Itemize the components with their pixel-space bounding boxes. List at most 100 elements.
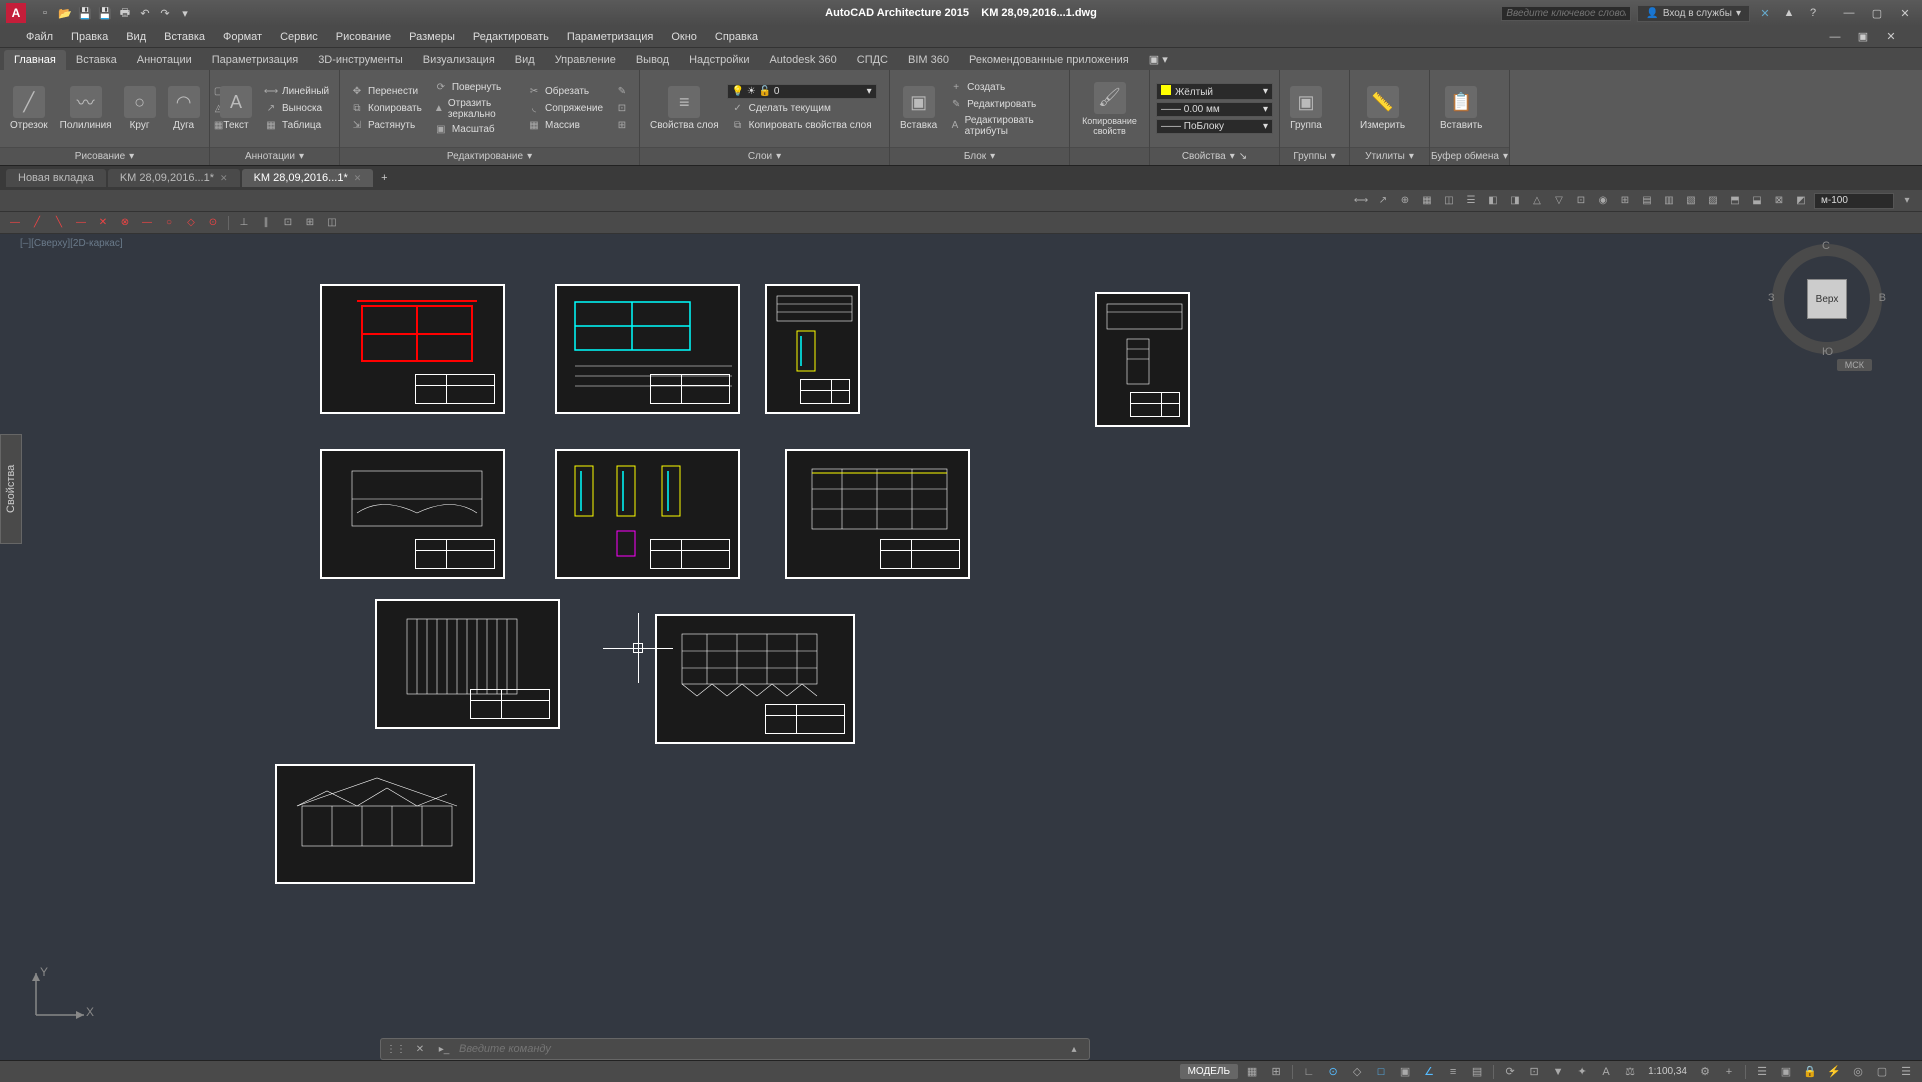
panel-title-layers[interactable]: Слои▾ — [640, 147, 889, 165]
menu-view[interactable]: Вид — [118, 28, 154, 46]
snap-node-icon[interactable]: ⊡ — [279, 215, 297, 231]
match-layer-button[interactable]: ⧉Копировать свойства слоя — [727, 117, 883, 133]
spds-icon-6[interactable]: ☰ — [1462, 193, 1480, 209]
ucs-icon[interactable]: X Y — [24, 967, 94, 1030]
spds-icon-1[interactable]: ⟷ — [1352, 193, 1370, 209]
menu-file[interactable]: Файл — [18, 28, 61, 46]
maximize-button[interactable]: ▢ — [1864, 4, 1890, 22]
modify-extra3[interactable]: ⊞ — [611, 118, 633, 134]
leader-button[interactable]: ↗Выноска — [260, 101, 333, 117]
snap-extension-icon[interactable]: — — [138, 215, 156, 231]
scale-button[interactable]: ▣Масштаб — [430, 122, 519, 138]
app-logo[interactable]: A — [6, 3, 26, 23]
exchange-icon[interactable]: ✕ — [1756, 4, 1774, 22]
open-icon[interactable]: 📂 — [56, 4, 74, 22]
grid-toggle-icon[interactable]: ▦ — [1242, 1064, 1262, 1080]
help-icon[interactable]: ? — [1804, 4, 1822, 22]
layer-combo[interactable]: 💡 ☀ 🔓 0 ▾ — [727, 84, 877, 99]
spds-icon-4[interactable]: ▦ — [1418, 193, 1436, 209]
spds-icon-18[interactable]: ⬒ — [1726, 193, 1744, 209]
circle-button[interactable]: ○Круг — [120, 84, 160, 133]
snap-quadrant-icon[interactable]: ◇ — [182, 215, 200, 231]
properties-palette-tab[interactable]: Свойства — [0, 434, 22, 544]
quickprops-icon[interactable]: ▣ — [1776, 1064, 1796, 1080]
ribbon-tab-expand[interactable]: ▣ ▾ — [1139, 49, 1178, 70]
snap-endpoint-icon[interactable]: ╲ — [50, 215, 68, 231]
panel-title-clipboard[interactable]: Буфер обмена▾ — [1430, 147, 1509, 165]
ribbon-tab-annotate[interactable]: Аннотации — [127, 50, 202, 70]
ribbon-tab-spds[interactable]: СПДС — [847, 50, 898, 70]
ribbon-tab-a360[interactable]: Autodesk 360 — [759, 50, 846, 70]
new-doc-icon[interactable]: + — [375, 169, 393, 187]
panel-title-utils[interactable]: Утилиты▾ — [1350, 147, 1429, 165]
layer-props-button[interactable]: ≡Свойства слоя — [646, 84, 723, 133]
panel-title-draw[interactable]: Рисование▾ — [0, 147, 209, 165]
line-button[interactable]: ╱Отрезок — [6, 84, 52, 133]
menu-tools[interactable]: Сервис — [272, 28, 326, 46]
snap-from-icon[interactable]: ╱ — [28, 215, 46, 231]
isolate-icon[interactable]: ◎ — [1848, 1064, 1868, 1080]
ribbon-tab-home[interactable]: Главная — [4, 50, 66, 70]
sheet-2[interactable] — [555, 284, 740, 414]
spds-icon-14[interactable]: ▤ — [1638, 193, 1656, 209]
modify-extra1[interactable]: ✎ — [611, 84, 633, 100]
lineweight-combo[interactable]: —— 0.00 мм▾ — [1156, 102, 1273, 117]
sheet-8[interactable] — [655, 614, 855, 744]
fillet-button[interactable]: ◟Сопряжение — [523, 101, 607, 117]
ribbon-tab-visualize[interactable]: Визуализация — [413, 50, 505, 70]
snap-toggle-icon[interactable]: ⊞ — [1266, 1064, 1286, 1080]
rotate-button[interactable]: ⟳Повернуть — [430, 80, 519, 96]
hardware-accel-icon[interactable]: ⚡ — [1824, 1064, 1844, 1080]
polyline-button[interactable]: 〰Полилиния — [56, 84, 116, 133]
group-button[interactable]: ▣Группа — [1286, 84, 1326, 133]
sheet-3[interactable] — [765, 284, 860, 414]
panel-title-modify[interactable]: Редактирование▾ — [340, 147, 639, 165]
coord-system-label[interactable]: МСК — [1837, 359, 1872, 371]
login-button[interactable]: 👤 Вход в службы ▾ — [1637, 5, 1750, 22]
ribbon-tab-parametric[interactable]: Параметризация — [202, 50, 308, 70]
spds-icon-13[interactable]: ⊞ — [1616, 193, 1634, 209]
command-line[interactable]: ⋮⋮ ✕ ▸_ ▴ — [380, 1038, 1090, 1060]
sheet-5[interactable] — [555, 449, 740, 579]
menu-dimension[interactable]: Размеры — [401, 28, 463, 46]
ribbon-tab-3d[interactable]: 3D-инструменты — [308, 50, 413, 70]
color-combo[interactable]: Жёлтый▾ — [1156, 83, 1273, 100]
sheet-7[interactable] — [375, 599, 560, 729]
ortho-toggle-icon[interactable]: ∟ — [1299, 1064, 1319, 1080]
lock-ui-icon[interactable]: 🔒 — [1800, 1064, 1820, 1080]
dyn-ucs-icon[interactable]: ⊡ — [1524, 1064, 1544, 1080]
move-button[interactable]: ✥Перенести — [346, 84, 426, 100]
make-current-button[interactable]: ✓Сделать текущим — [727, 100, 883, 116]
customize-icon[interactable]: ☰ — [1896, 1064, 1916, 1080]
menu-draw[interactable]: Рисование — [328, 28, 399, 46]
panel-title-groups[interactable]: Группы▾ — [1280, 147, 1349, 165]
spds-icon-21[interactable]: ◩ — [1792, 193, 1810, 209]
model-button[interactable]: МОДЕЛЬ — [1180, 1064, 1238, 1079]
ribbon-tab-addins[interactable]: Надстройки — [679, 50, 759, 70]
otrack-icon[interactable]: ∠ — [1419, 1064, 1439, 1080]
spds-icon-19[interactable]: ⬓ — [1748, 193, 1766, 209]
ribbon-tab-output[interactable]: Вывод — [626, 50, 679, 70]
snap-tangent-icon[interactable]: ⊙ — [204, 215, 222, 231]
spds-icon-17[interactable]: ▨ — [1704, 193, 1722, 209]
panel-title-block[interactable]: Блок▾ — [890, 147, 1069, 165]
help-search-input[interactable] — [1501, 6, 1631, 21]
paste-button[interactable]: 📋Вставить — [1436, 84, 1486, 133]
spds-icon-10[interactable]: ▽ — [1550, 193, 1568, 209]
doc-restore-button[interactable]: ▣ — [1850, 28, 1876, 46]
stay-connected-icon[interactable]: ▲ — [1780, 4, 1798, 22]
3dosnap-icon[interactable]: ▣ — [1395, 1064, 1415, 1080]
viewport-label[interactable]: [–][Сверху][2D-каркас] — [20, 238, 123, 249]
spds-icon-5[interactable]: ◫ — [1440, 193, 1458, 209]
spds-icon-7[interactable]: ◧ — [1484, 193, 1502, 209]
arc-button[interactable]: ◠Дуга — [164, 84, 204, 133]
ribbon-tab-view[interactable]: Вид — [505, 50, 545, 70]
doc-minimize-button[interactable]: — — [1822, 28, 1848, 46]
spds-icon-11[interactable]: ⊡ — [1572, 193, 1590, 209]
annotation-icon[interactable]: A — [1596, 1064, 1616, 1080]
saveas-icon[interactable]: 💾 — [96, 4, 114, 22]
autoscale-icon[interactable]: ⚖ — [1620, 1064, 1640, 1080]
mirror-button[interactable]: ▲Отразить зеркально — [430, 97, 519, 121]
spds-icon-3[interactable]: ⊕ — [1396, 193, 1414, 209]
dialog-launcher-icon[interactable]: ↘ — [1239, 151, 1247, 162]
